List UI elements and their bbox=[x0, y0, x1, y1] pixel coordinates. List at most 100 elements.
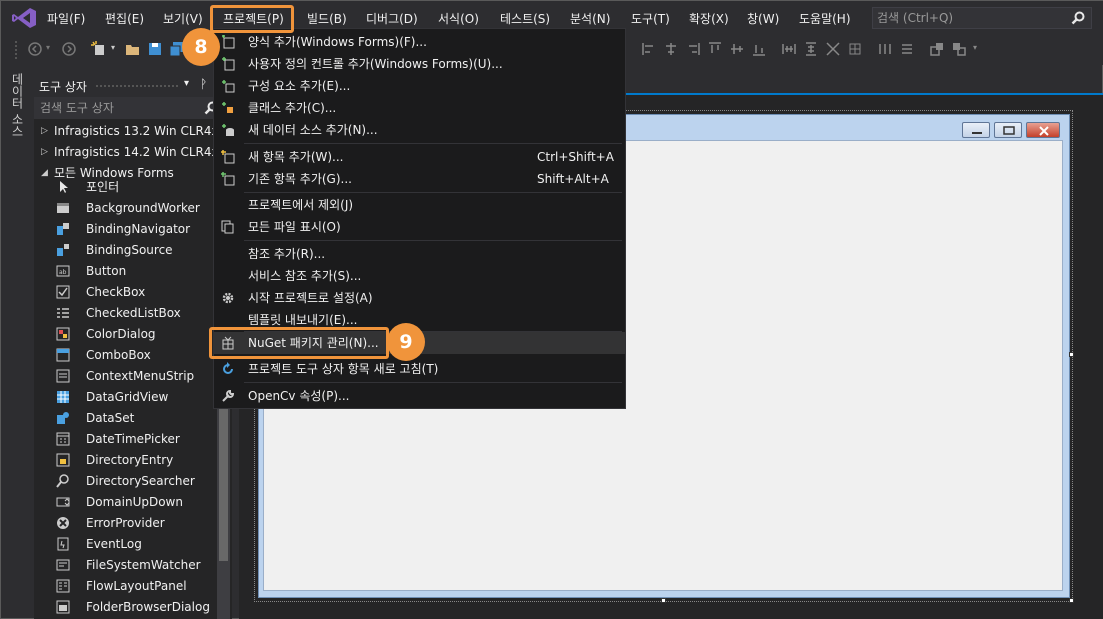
toolbox-item-checkedlistbox[interactable]: CheckedListBox bbox=[34, 303, 232, 324]
toolbox-options-dropdown-icon[interactable]: ▾ bbox=[184, 78, 189, 89]
resize-handle-bottom[interactable] bbox=[661, 598, 666, 603]
toolbox-item-directorysearcher[interactable]: DirectorySearcher bbox=[34, 471, 232, 492]
minimize-icon[interactable] bbox=[962, 122, 990, 138]
directory-searcher-icon bbox=[56, 474, 69, 488]
toolbox-item-pointer[interactable]: 포인터 bbox=[34, 177, 232, 198]
toolbox-item-bindingsource[interactable]: BindingSource bbox=[34, 240, 232, 261]
menu-item-add-service-reference[interactable]: 서비스 참조 추가(S)... bbox=[214, 265, 625, 287]
toolbox-item-combobox[interactable]: ComboBox bbox=[34, 345, 232, 366]
menu-build[interactable]: 빌드(B) bbox=[307, 10, 347, 28]
add-form-icon bbox=[222, 35, 235, 49]
menu-item-add-user-control[interactable]: 사용자 정의 컨트롤 추가(Windows Forms)(U)... bbox=[214, 53, 625, 75]
back-icon[interactable] bbox=[27, 41, 43, 57]
toolbox-group-infragistics-14[interactable]: ▷ Infragistics 14.2 Win CLR4x bbox=[34, 142, 232, 163]
align-lefts-icon[interactable] bbox=[641, 41, 657, 57]
directory-entry-icon bbox=[56, 453, 70, 467]
align-bottoms-icon[interactable] bbox=[751, 41, 767, 57]
toolbox-group-infragistics-13[interactable]: ▷ Infragistics 13.2 Win CLR4x bbox=[34, 121, 232, 142]
make-same-width-icon[interactable] bbox=[781, 41, 797, 57]
menu-item-refresh-toolbox[interactable]: 프로젝트 도구 상자 항목 새로 고침(T) bbox=[214, 358, 625, 380]
menu-tools[interactable]: 도구(T) bbox=[631, 10, 670, 28]
error-provider-icon bbox=[57, 517, 69, 529]
resize-handle-right[interactable] bbox=[1069, 352, 1074, 357]
toolbox-item-directoryentry[interactable]: DirectoryEntry bbox=[34, 450, 232, 471]
menu-item-exclude-from-project[interactable]: 프로젝트에서 제외(J) bbox=[214, 194, 625, 216]
close-icon[interactable] bbox=[1026, 122, 1060, 138]
resize-handle-corner[interactable] bbox=[1069, 598, 1074, 603]
menu-edit[interactable]: 편집(E) bbox=[105, 10, 144, 28]
menu-item-add-form[interactable]: 양식 추가(Windows Forms)(F)... bbox=[214, 31, 625, 53]
toolbox-item-flowlayoutpanel[interactable]: FlowLayoutPanel bbox=[34, 576, 232, 597]
save-icon[interactable] bbox=[147, 41, 163, 57]
menu-analyze[interactable]: 분석(N) bbox=[570, 10, 610, 28]
menu-item-existing-item[interactable]: 기존 항목 추가(G)... Shift+Alt+A bbox=[214, 168, 625, 190]
menu-file[interactable]: 파일(F) bbox=[47, 10, 85, 28]
toolbox-item-eventlog[interactable]: EventLog bbox=[34, 534, 232, 555]
new-project-dropdown-icon[interactable]: ▾ bbox=[111, 43, 115, 52]
vertical-spacing-icon[interactable] bbox=[899, 41, 915, 57]
toolbox-item-datetimepicker[interactable]: DateTimePicker bbox=[34, 429, 232, 450]
quick-launch-search[interactable] bbox=[872, 7, 1092, 29]
toolbox-drag-grip[interactable] bbox=[96, 85, 178, 89]
toolbox-item-checkbox[interactable]: CheckBox bbox=[34, 282, 232, 303]
binding-source-icon bbox=[57, 244, 69, 256]
menu-debug[interactable]: 디버그(D) bbox=[366, 10, 418, 28]
refresh-icon bbox=[223, 362, 233, 374]
datasource-side-tab[interactable]: 데이터 소스 bbox=[7, 73, 29, 143]
maximize-icon[interactable] bbox=[994, 122, 1022, 138]
toolbox-search[interactable] bbox=[34, 97, 232, 119]
align-middles-icon[interactable] bbox=[729, 41, 745, 57]
open-folder-icon[interactable] bbox=[125, 41, 141, 57]
toolbox-search-input[interactable] bbox=[40, 99, 200, 117]
new-project-icon[interactable] bbox=[91, 41, 107, 57]
make-same-size-icon[interactable] bbox=[825, 41, 841, 57]
send-to-back-icon[interactable] bbox=[951, 41, 967, 57]
bring-to-front-icon[interactable] bbox=[929, 41, 945, 57]
menu-item-opencv-properties[interactable]: OpenCv 속성(P)... bbox=[214, 385, 625, 407]
horizontal-spacing-icon[interactable] bbox=[877, 41, 893, 57]
align-rights-icon[interactable] bbox=[685, 41, 701, 57]
menu-format[interactable]: 서식(O) bbox=[438, 10, 479, 28]
toolbox-item-dataset[interactable]: DataSet bbox=[34, 408, 232, 429]
search-icon[interactable] bbox=[1071, 11, 1085, 25]
toolbox-item-errorprovider[interactable]: ErrorProvider bbox=[34, 513, 232, 534]
toolbox-item-folderbrowserdialog[interactable]: FolderBrowserDialog bbox=[34, 597, 232, 618]
align-tops-icon[interactable] bbox=[707, 41, 723, 57]
toolbox-item-domainupdown[interactable]: DomainUpDown bbox=[34, 492, 232, 513]
collapsed-arrow-icon: ▷ bbox=[41, 147, 48, 157]
menu-separator bbox=[244, 143, 622, 144]
toolbox-item-button[interactable]: ab Button bbox=[34, 261, 232, 282]
menu-view[interactable]: 보기(V) bbox=[163, 10, 203, 28]
toolbox-item-colordialog[interactable]: ColorDialog bbox=[34, 324, 232, 345]
menu-item-set-startup-project[interactable]: 시작 프로젝트로 설정(A) bbox=[214, 287, 625, 309]
menu-item-add-reference[interactable]: 참조 추가(R)... bbox=[214, 243, 625, 265]
align-centers-icon[interactable] bbox=[663, 41, 679, 57]
toolbox-item-bindingnavigator[interactable]: BindingNavigator bbox=[34, 219, 232, 240]
menu-item-new-item[interactable]: 새 항목 추가(W)... Ctrl+Shift+A bbox=[214, 146, 625, 168]
menu-extensions[interactable]: 확장(X) bbox=[689, 10, 729, 28]
make-same-height-icon[interactable] bbox=[803, 41, 819, 57]
toolbar-overflow-icon[interactable]: ▾ bbox=[973, 43, 977, 52]
datasource-tab-label: 데이터 소스 bbox=[10, 73, 24, 137]
menu-help[interactable]: 도움말(H) bbox=[799, 10, 851, 28]
toolbox-item-contextmenustrip[interactable]: ContextMenuStrip bbox=[34, 366, 232, 387]
toolbar-grip[interactable] bbox=[15, 41, 19, 59]
menu-item-add-class[interactable]: 클래스 추가(C)... bbox=[214, 97, 625, 119]
menu-item-add-datasource[interactable]: 새 데이터 소스 추가(N)... bbox=[214, 119, 625, 141]
menu-window[interactable]: 창(W) bbox=[747, 10, 779, 28]
quick-launch-input[interactable] bbox=[877, 10, 1067, 26]
toolbox-item-backgroundworker[interactable]: BackgroundWorker bbox=[34, 198, 232, 219]
menu-item-add-component[interactable]: 구성 요소 추가(E)... bbox=[214, 75, 625, 97]
pin-icon[interactable]: ᚹ bbox=[200, 77, 207, 91]
pointer-icon bbox=[60, 181, 68, 193]
toolbox-item-datagridview[interactable]: DataGridView bbox=[34, 387, 232, 408]
dataset-icon bbox=[57, 412, 69, 424]
size-to-grid-icon[interactable] bbox=[847, 41, 863, 57]
back-dropdown-icon[interactable]: ▾ bbox=[46, 43, 50, 52]
eventlog-icon bbox=[57, 537, 69, 551]
menu-item-show-all-files[interactable]: 모든 파일 표시(O) bbox=[214, 216, 625, 238]
menu-test[interactable]: 테스트(S) bbox=[500, 10, 550, 28]
forward-icon[interactable] bbox=[61, 41, 77, 57]
toolbox-item-filesystemwatcher[interactable]: FileSystemWatcher bbox=[34, 555, 232, 576]
callout-box-project-menu bbox=[210, 5, 294, 33]
